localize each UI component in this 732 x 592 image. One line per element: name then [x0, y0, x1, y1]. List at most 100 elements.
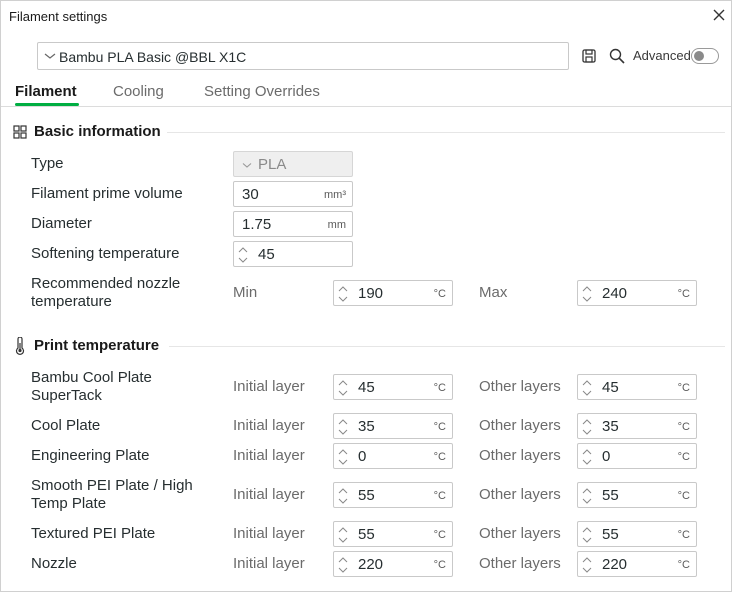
temp-unit: °C	[677, 421, 690, 433]
initial-layer-label: Initial layer	[233, 486, 305, 503]
initial-layer-input[interactable]: 45 °C	[333, 374, 453, 400]
tab-cooling[interactable]: Cooling	[113, 83, 164, 100]
type-dropdown[interactable]: PLA	[233, 151, 353, 177]
nozzle-min-unit: °C	[433, 288, 446, 300]
filament-settings-dialog: Filament settings Bambu PLA Basic @BBL X…	[0, 0, 732, 592]
initial-layer-value: 55	[358, 487, 375, 504]
initial-layer-value: 220	[358, 556, 384, 573]
other-layers-value: 0	[602, 448, 611, 465]
softening-value: 45	[258, 246, 275, 263]
initial-layer-input[interactable]: 220 °C	[333, 551, 453, 577]
temp-unit: °C	[677, 529, 690, 541]
temp-unit: °C	[433, 529, 446, 541]
tab-setting-overrides[interactable]: Setting Overrides	[204, 83, 320, 100]
save-icon[interactable]	[581, 48, 597, 64]
spinner-arrows-icon[interactable]	[582, 284, 592, 304]
chevron-down-icon	[44, 53, 56, 59]
spinner-arrows-icon[interactable]	[582, 447, 592, 467]
toggle-knob	[694, 51, 704, 61]
temp-unit: °C	[433, 421, 446, 433]
other-layers-value: 55	[602, 526, 619, 543]
nozzle-min-label: Min	[233, 284, 258, 301]
other-layers-label: Other layers	[479, 447, 561, 464]
initial-layer-label: Initial layer	[233, 378, 305, 395]
nozzle-min-input[interactable]: 190 °C	[333, 280, 453, 306]
spinner-arrows-icon[interactable]	[582, 525, 592, 545]
nozzle-min-value: 190	[358, 285, 384, 302]
spinner-arrows-icon[interactable]	[238, 245, 248, 265]
softening-label: Softening temperature	[31, 245, 180, 262]
diameter-value: 1.75	[242, 216, 272, 233]
tab-divider	[1, 106, 731, 107]
temp-unit: °C	[677, 559, 690, 571]
spinner-arrows-icon[interactable]	[338, 447, 348, 467]
temp-unit: °C	[433, 382, 446, 394]
plate-label: Bambu Cool Plate SuperTack	[31, 369, 152, 404]
window-title: Filament settings	[9, 9, 108, 24]
other-layers-input[interactable]: 0 °C	[577, 443, 697, 469]
spinner-arrows-icon[interactable]	[338, 555, 348, 575]
other-layers-input[interactable]: 55 °C	[577, 521, 697, 547]
initial-layer-input[interactable]: 55 °C	[333, 482, 453, 508]
initial-layer-value: 55	[358, 526, 375, 543]
other-layers-input[interactable]: 55 °C	[577, 482, 697, 508]
softening-input[interactable]: 45	[233, 241, 353, 267]
nozzle-max-label: Max	[479, 284, 508, 301]
other-layers-input[interactable]: 220 °C	[577, 551, 697, 577]
initial-layer-input[interactable]: 55 °C	[333, 521, 453, 547]
other-layers-input[interactable]: 35 °C	[577, 413, 697, 439]
type-value: PLA	[258, 156, 287, 173]
prime-volume-input[interactable]: 30 mm³	[233, 181, 353, 207]
section-divider	[169, 346, 725, 347]
plate-label: Cool Plate	[31, 417, 101, 434]
plate-label: Smooth PEI Plate / High Temp Plate	[31, 477, 193, 512]
plate-label: Engineering Plate	[31, 447, 150, 464]
nozzle-max-value: 240	[602, 285, 628, 302]
initial-layer-label: Initial layer	[233, 525, 305, 542]
other-layers-label: Other layers	[479, 525, 561, 542]
preset-dropdown[interactable]: Bambu PLA Basic @BBL X1C	[37, 42, 569, 70]
tab-filament[interactable]: Filament	[15, 83, 77, 100]
other-layers-label: Other layers	[479, 555, 561, 572]
spinner-arrows-icon[interactable]	[582, 417, 592, 437]
spinner-arrows-icon[interactable]	[582, 486, 592, 506]
advanced-toggle[interactable]	[691, 48, 719, 64]
plate-label: Textured PEI Plate	[31, 525, 156, 542]
initial-layer-value: 0	[358, 448, 367, 465]
advanced-label: Advanced	[633, 48, 691, 63]
initial-layer-input[interactable]: 0 °C	[333, 443, 453, 469]
diameter-input[interactable]: 1.75 mm	[233, 211, 353, 237]
initial-layer-label: Initial layer	[233, 447, 305, 464]
diameter-unit: mm	[327, 219, 346, 231]
section-divider	[167, 132, 725, 133]
spinner-arrows-icon[interactable]	[582, 555, 592, 575]
spinner-arrows-icon[interactable]	[338, 525, 348, 545]
spinner-arrows-icon[interactable]	[338, 284, 348, 304]
initial-layer-value: 35	[358, 418, 375, 435]
plate-label: Nozzle	[31, 555, 77, 572]
temp-unit: °C	[677, 451, 690, 463]
spinner-arrows-icon[interactable]	[338, 378, 348, 398]
other-layers-input[interactable]: 45 °C	[577, 374, 697, 400]
other-layers-value: 55	[602, 487, 619, 504]
spinner-arrows-icon[interactable]	[338, 417, 348, 437]
search-icon[interactable]	[608, 47, 626, 65]
grid-icon	[13, 125, 27, 139]
spinner-arrows-icon[interactable]	[582, 378, 592, 398]
chevron-down-icon	[242, 163, 252, 168]
other-layers-label: Other layers	[479, 417, 561, 434]
initial-layer-input[interactable]: 35 °C	[333, 413, 453, 439]
other-layers-label: Other layers	[479, 378, 561, 395]
temp-unit: °C	[677, 490, 690, 502]
temp-unit: °C	[433, 490, 446, 502]
close-icon[interactable]	[711, 7, 727, 23]
prime-volume-label: Filament prime volume	[31, 185, 183, 202]
type-label: Type	[31, 155, 64, 172]
initial-layer-label: Initial layer	[233, 555, 305, 572]
temp-unit: °C	[433, 451, 446, 463]
nozzle-max-input[interactable]: 240 °C	[577, 280, 697, 306]
spinner-arrows-icon[interactable]	[338, 486, 348, 506]
temp-unit: °C	[433, 559, 446, 571]
section-title-basic: Basic information	[34, 123, 161, 140]
nozzle-range-label: Recommended nozzle temperature	[31, 275, 181, 310]
